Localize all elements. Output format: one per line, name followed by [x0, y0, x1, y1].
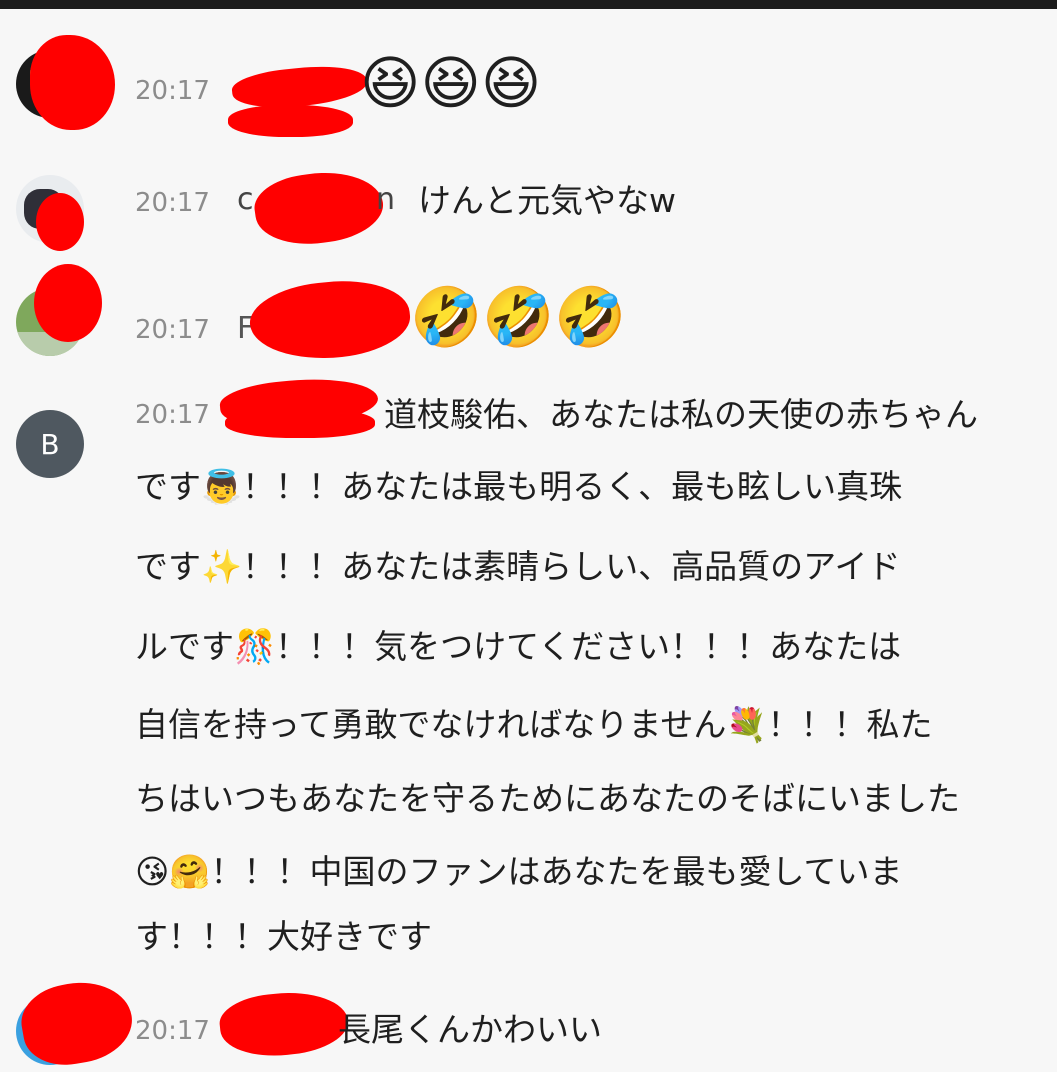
message-text: 長尾くんかわいい [338, 1010, 602, 1049]
redaction-mark [217, 986, 351, 1062]
redaction-mark [250, 164, 388, 252]
redaction-mark [36, 193, 84, 251]
message-text: けんと元気やなw [418, 181, 676, 220]
redaction-mark [228, 105, 353, 137]
message-text-line: す！！！大好きです [135, 917, 432, 956]
message-text-line: です👼！！！あなたは最も明るく、最も眩しい真珠 [135, 467, 903, 506]
chat-message[interactable]: B 20:17 道枝駿佑、あなたは私の天使の赤ちゃん です👼！！！あなたは最も明… [0, 373, 1057, 980]
message-text-line: 自信を持って勇敢でなければなりません💐！！！私た [135, 705, 933, 744]
redaction-mark [34, 264, 102, 342]
message-text-line: ルです🎊！！！気をつけてください！！！あなたは [135, 627, 902, 666]
message-time: 20:17 [135, 315, 210, 345]
status-bar-edge [0, 0, 1057, 9]
chat-message[interactable]: 20:17 F 🤣🤣🤣 [0, 264, 1057, 370]
sender-name-fragment: n [376, 182, 396, 217]
sender-name-fragment: c [237, 182, 254, 217]
message-text: 😆😆😆 [360, 49, 542, 117]
message-text: 🤣🤣🤣 [410, 283, 627, 351]
message-time: 20:17 [135, 400, 210, 430]
message-time: 20:17 [135, 188, 210, 218]
message-text-line: です✨！！！あなたは素晴らしい、高品質のアイド [135, 547, 901, 586]
message-time: 20:17 [135, 1016, 210, 1046]
redaction-mark [225, 408, 375, 438]
message-text-line: 😘🤗！！！中国のファンはあなたを最も愛していま [135, 852, 903, 891]
chat-message[interactable]: 20:17 カ 長尾くんかわいい [0, 974, 1057, 1072]
message-text-line: ちはいつもあなたを守るためにあなたのそばにいました [135, 779, 960, 818]
avatar[interactable]: B [16, 410, 84, 478]
redaction-mark [246, 273, 414, 367]
chat-message[interactable]: 20:17 😆😆😆 [0, 35, 1057, 140]
chat-message[interactable]: 20:17 c n けんと元気やなw [0, 164, 1057, 255]
message-time: 20:17 [135, 76, 210, 106]
redaction-mark [30, 35, 115, 130]
message-text-line: 道枝駿佑、あなたは私の天使の赤ちゃん [384, 395, 978, 434]
